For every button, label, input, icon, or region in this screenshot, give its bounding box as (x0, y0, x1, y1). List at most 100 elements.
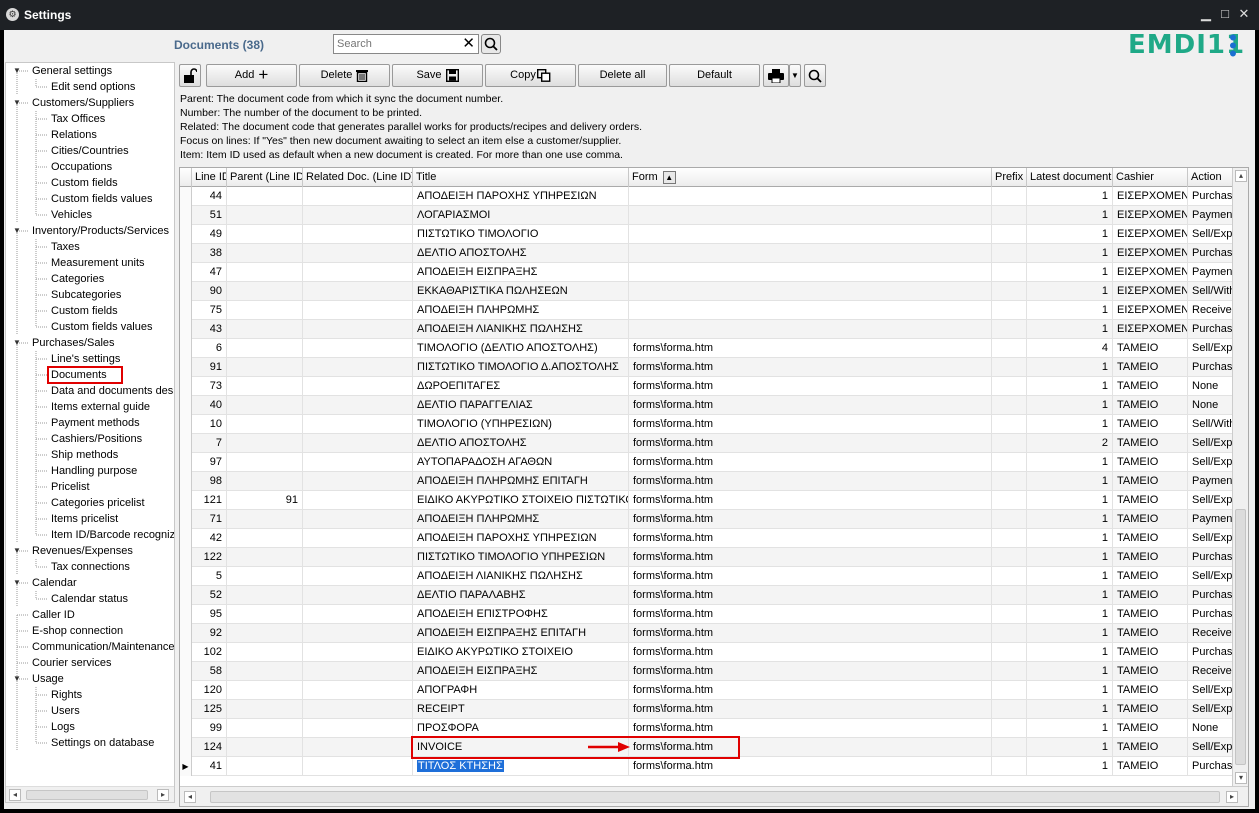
scrollbar-thumb[interactable] (26, 790, 148, 800)
col-title-cell[interactable]: ΤΙΜΟΛΟΓΙΟ (ΥΠΗΡΕΣΙΩΝ) (413, 415, 629, 434)
col-line-id-cell[interactable]: 125 (192, 700, 227, 719)
col-line-id-cell[interactable]: 71 (192, 510, 227, 529)
col-related-doc-cell[interactable] (303, 301, 413, 320)
col-action-cell[interactable]: Purchas (1188, 320, 1233, 339)
table-row[interactable]: 44 ΑΠΟΔΕΙΞΗ ΠΑΡΟΧΗΣ ΥΠΗΡΕΣΙΩΝ 1 ΕΙΣΕΡΧΟΜΕΝΑ… (180, 187, 1235, 206)
col-line-id-cell[interactable]: 99 (192, 719, 227, 738)
table-row[interactable]: 40 ΔΕΛΤΙΟ ΠΑΡΑΓΓΕΛΙΑΣ forms\forma.htm 1 ΤΑΜΕ… (180, 396, 1235, 415)
col-latest-document-cell[interactable]: 1 (1027, 225, 1113, 244)
zoom-button[interactable] (804, 64, 826, 87)
table-row[interactable]: 6 ΤΙΜΟΛΟΓΙΟ (ΔΕΛΤΙΟ ΑΠΟΣΤΟΛΗΣ) forms\forma… (180, 339, 1235, 358)
col-title-cell[interactable]: ΑΠΟΔΕΙΞΗ ΠΛΗΡΩΜΗΣ (413, 301, 629, 320)
lock-button[interactable] (179, 64, 201, 87)
scroll-right-icon[interactable]: ▸ (157, 789, 169, 801)
sidebar-item[interactable]: ▼ Usage (6, 671, 174, 687)
sidebar-item[interactable]: Vehicles (6, 207, 174, 223)
col-latest-document-cell[interactable]: 1 (1027, 624, 1113, 643)
row-header[interactable] (180, 244, 192, 263)
delete-button[interactable]: Delete (299, 64, 390, 87)
collapse-icon[interactable]: ▼ (12, 543, 22, 559)
row-header[interactable] (180, 529, 192, 548)
col-latest-document-cell[interactable]: 1 (1027, 263, 1113, 282)
col-prefix-cell[interactable] (992, 681, 1027, 700)
col-prefix-cell[interactable] (992, 187, 1027, 206)
col-action-cell[interactable]: Sell/Exp (1188, 491, 1233, 510)
col-line-id-cell[interactable]: 10 (192, 415, 227, 434)
col-related-doc-cell[interactable] (303, 491, 413, 510)
row-header[interactable] (180, 548, 192, 567)
col-related-doc-cell[interactable] (303, 358, 413, 377)
col-related-doc-cell[interactable] (303, 700, 413, 719)
col-form-cell[interactable]: forms\forma.htm (629, 586, 992, 605)
col-related-doc-cell[interactable] (303, 643, 413, 662)
col-title-cell[interactable]: ΕΚΚΑΘΑΡΙΣΤΙΚΑ ΠΩΛΗΣΕΩΝ (413, 282, 629, 301)
col-latest-document-cell[interactable]: 1 (1027, 700, 1113, 719)
table-row[interactable]: 71 ΑΠΟΔΕΙΞΗ ΠΛΗΡΩΜΗΣ forms\forma.htm 1 ΤΑΜΕΙ… (180, 510, 1235, 529)
col-form-cell[interactable] (629, 301, 992, 320)
sidebar-item[interactable]: Pricelist (6, 479, 174, 495)
col-related-doc-cell[interactable] (303, 320, 413, 339)
col-latest-document-cell[interactable]: 1 (1027, 453, 1113, 472)
col-action-cell[interactable]: Sell/Exp (1188, 529, 1233, 548)
row-header[interactable] (180, 472, 192, 491)
col-latest-document-cell[interactable]: 1 (1027, 415, 1113, 434)
collapse-icon[interactable]: ▼ (12, 95, 22, 111)
col-latest-document-cell[interactable]: 1 (1027, 662, 1113, 681)
table-row[interactable]: 47 ΑΠΟΔΕΙΞΗ ΕΙΣΠΡΑΞΗΣ 1 ΕΙΣΕΡΧΟΜΕΝΑ Paymen (180, 263, 1235, 282)
col-title-cell[interactable]: ΑΠΟΔΕΙΞΗ ΕΙΣΠΡΑΞΗΣ (413, 263, 629, 282)
col-related-doc-cell[interactable] (303, 377, 413, 396)
col-line-id-cell[interactable]: 42 (192, 529, 227, 548)
collapse-icon[interactable]: ▼ (12, 223, 22, 239)
row-header[interactable] (180, 396, 192, 415)
sidebar-item[interactable]: Tax Offices (6, 111, 174, 127)
col-related-doc-cell[interactable] (303, 662, 413, 681)
col-cashier-cell[interactable]: ΕΙΣΕΡΧΟΜΕΝΑ (1113, 282, 1188, 301)
col-title-cell[interactable]: ΔΕΛΤΙΟ ΠΑΡΑΓΓΕΛΙΑΣ (413, 396, 629, 415)
col-form-cell[interactable] (629, 282, 992, 301)
col-related-doc-cell[interactable] (303, 187, 413, 206)
table-row[interactable]: 75 ΑΠΟΔΕΙΞΗ ΠΛΗΡΩΜΗΣ 1 ΕΙΣΕΡΧΟΜΕΝΑ Receive (180, 301, 1235, 320)
col-form-cell[interactable]: forms\forma.htm (629, 529, 992, 548)
sidebar-item[interactable]: ▼ Inventory/Products/Services (6, 223, 174, 239)
col-form-cell[interactable] (629, 225, 992, 244)
col-prefix-cell[interactable] (992, 301, 1027, 320)
table-row[interactable]: 58 ΑΠΟΔΕΙΞΗ ΕΙΣΠΡΑΞΗΣ forms\forma.htm 1 ΤΑΜΕ… (180, 662, 1235, 681)
col-cashier-cell[interactable]: ΤΑΜΕΙΟ (1113, 662, 1188, 681)
col-action-cell[interactable]: None (1188, 396, 1233, 415)
col-title-cell[interactable]: ΑΥΤΟΠΑΡΑΔΟΣΗ ΑΓΑΘΩΝ (413, 453, 629, 472)
col-prefix-header[interactable]: Prefix (992, 168, 1027, 187)
col-related-doc-cell[interactable] (303, 624, 413, 643)
col-action-cell[interactable]: Sell/Exp (1188, 225, 1233, 244)
col-latest-document-cell[interactable]: 1 (1027, 358, 1113, 377)
col-related-doc-cell[interactable] (303, 225, 413, 244)
col-action-cell[interactable]: Paymen (1188, 263, 1233, 282)
col-title-cell[interactable]: ΑΠΟΔΕΙΞΗ ΛΙΑΝΙΚΗΣ ΠΩΛΗΣΗΣ (413, 320, 629, 339)
col-action-cell[interactable]: Purchas (1188, 605, 1233, 624)
col-related-doc-cell[interactable] (303, 263, 413, 282)
col-line-id-cell[interactable]: 47 (192, 263, 227, 282)
col-title-cell[interactable]: ΑΠΟΔΕΙΞΗ ΠΑΡΟΧΗΣ ΥΠΗΡΕΣΙΩΝ (413, 187, 629, 206)
col-parent-cell[interactable] (227, 624, 303, 643)
col-latest-document-cell[interactable]: 1 (1027, 643, 1113, 662)
col-line-id-cell[interactable]: 91 (192, 358, 227, 377)
table-row[interactable]: 90 ΕΚΚΑΘΑΡΙΣΤΙΚΑ ΠΩΛΗΣΕΩΝ 1 ΕΙΣΕΡΧΟΜΕΝΑ Sell… (180, 282, 1235, 301)
col-cashier-cell[interactable]: ΤΑΜΕΙΟ (1113, 529, 1188, 548)
col-action-cell[interactable]: Sell/Exp (1188, 700, 1233, 719)
col-related-doc-cell[interactable] (303, 529, 413, 548)
col-cashier-cell[interactable]: ΤΑΜΕΙΟ (1113, 491, 1188, 510)
col-action-cell[interactable]: None (1188, 719, 1233, 738)
col-related-doc-cell[interactable] (303, 757, 413, 776)
col-title-cell[interactable]: ΑΠΟΔΕΙΞΗ ΠΛΗΡΩΜΗΣ (413, 510, 629, 529)
col-title-cell[interactable]: ΑΠΟΔΕΙΞΗ ΠΛΗΡΩΜΗΣ ΕΠΙΤΑΓΗ (413, 472, 629, 491)
col-related-doc-cell[interactable] (303, 415, 413, 434)
col-latest-document-cell[interactable]: 1 (1027, 738, 1113, 757)
row-header[interactable] (180, 434, 192, 453)
col-title-cell[interactable]: ΔΩΡΟΕΠΙΤΑΓΕΣ (413, 377, 629, 396)
delete-all-button[interactable]: Delete all (578, 64, 667, 87)
col-title-header[interactable]: Title (413, 168, 629, 187)
col-action-cell[interactable]: Paymen (1188, 510, 1233, 529)
col-related-doc-cell[interactable] (303, 206, 413, 225)
col-cashier-cell[interactable]: ΤΑΜΕΙΟ (1113, 738, 1188, 757)
col-action-cell[interactable]: None (1188, 377, 1233, 396)
col-title-cell[interactable]: ΛΟΓΑΡΙΑΣΜΟΙ (413, 206, 629, 225)
